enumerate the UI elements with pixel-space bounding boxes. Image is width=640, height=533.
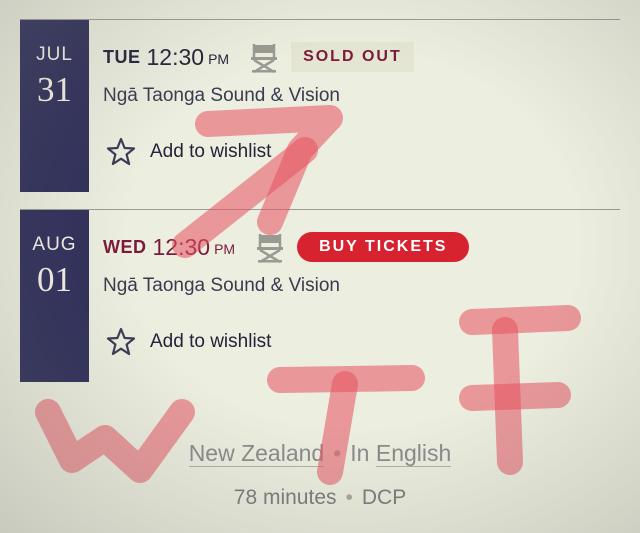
session-weekday: TUE [103,46,141,67]
session-row: JUL 31 TUE 12:30 PM SOLD OUT Ngā Taonga … [20,19,620,192]
buy-tickets-button[interactable]: BUY TICKETS [297,232,470,262]
session-day: 01 [37,260,72,299]
wishlist-label: Add to wishlist [150,141,272,162]
session-time-row: WED 12:30 PM BUY TICKETS [103,232,470,263]
session-venue: Ngā Taonga Sound & Vision [103,275,340,296]
session-time-row: TUE 12:30 PM SOLD OUT [103,42,414,73]
date-block: AUG 01 [20,210,89,382]
session-row: AUG 01 WED 12:30 PM BUY TICKETS Ngā Taon… [20,209,620,382]
add-to-wishlist-button[interactable]: Add to wishlist [106,327,271,357]
star-outline-icon [106,327,136,356]
directors-chair-icon [257,234,284,263]
separator-dot: • [345,486,353,509]
country-link[interactable]: New Zealand [188,440,325,467]
film-runtime-format: 78 minutes • DCP [0,486,640,510]
wishlist-label: Add to wishlist [150,331,272,352]
session-month: AUG [32,234,77,255]
directors-chair-icon [251,44,278,73]
session-time: 12:30 [146,43,205,70]
session-venue: Ngā Taonga Sound & Vision [103,85,340,106]
language-prefix: In [350,440,370,466]
language-link[interactable]: English [375,440,452,467]
separator-dot: • [333,440,342,466]
add-to-wishlist-button[interactable]: Add to wishlist [106,137,271,167]
session-ampm: PM [214,241,236,257]
star-outline-icon [106,137,136,166]
session-ampm: PM [208,51,230,67]
session-day: 31 [37,70,72,109]
film-country-language: New Zealand • In English [0,440,640,467]
session-weekday: WED [103,236,147,257]
sold-out-badge: SOLD OUT [291,42,414,72]
session-time: 12:30 [152,233,211,260]
format: DCP [361,486,407,509]
date-block: JUL 31 [20,20,89,192]
runtime: 78 minutes [233,486,337,509]
session-month: JUL [36,44,73,65]
